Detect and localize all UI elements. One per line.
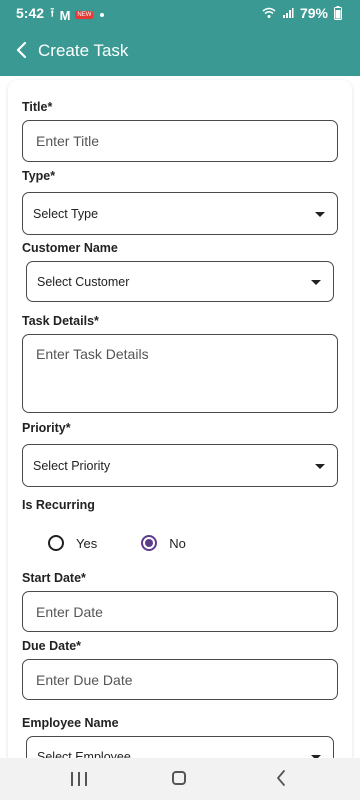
start-date-label: Start Date*: [22, 571, 86, 585]
employee-label: Employee Name: [22, 716, 119, 730]
chevron-down-icon: [311, 280, 321, 285]
recurring-no-label: No: [169, 535, 186, 551]
wifi-icon: [262, 7, 276, 18]
task-details-label: Task Details*: [22, 314, 99, 328]
more-notifications-icon: [100, 13, 105, 17]
chevron-down-icon: [315, 212, 325, 217]
recurring-no-radio[interactable]: [141, 535, 158, 551]
battery-icon: [334, 6, 342, 20]
page-title: Create Task: [38, 41, 129, 60]
start-date-placeholder: Enter Date: [36, 604, 103, 620]
app-bar: Create Task: [0, 26, 360, 76]
priority-label: Priority*: [22, 421, 71, 435]
status-right: 79%: [262, 5, 342, 21]
customer-dropdown[interactable]: Select Customer: [26, 261, 334, 302]
due-date-input[interactable]: Enter Due Date: [22, 659, 338, 700]
notification-icons: ⭱ M NEW: [50, 4, 105, 26]
home-icon[interactable]: [172, 771, 186, 785]
gmail-icon: M: [59, 7, 71, 23]
recurring-yes-radio[interactable]: [48, 535, 64, 551]
nav-back-icon[interactable]: [274, 769, 288, 787]
task-details-placeholder: Enter Task Details: [36, 346, 149, 362]
title-label: Title*: [22, 100, 53, 114]
status-time: 5:42: [16, 5, 45, 21]
due-date-label: Due Date*: [22, 639, 82, 653]
priority-dropdown[interactable]: Select Priority: [22, 444, 338, 487]
status-bar: 5:42 ⭱ M NEW 79%: [0, 0, 360, 26]
customer-value: Select Customer: [37, 275, 130, 289]
type-dropdown[interactable]: Select Type: [22, 192, 338, 235]
type-label: Type*: [22, 169, 56, 183]
start-date-input[interactable]: Enter Date: [22, 591, 338, 632]
battery-level: 79%: [299, 5, 328, 21]
title-input[interactable]: Enter Title: [22, 120, 338, 162]
recurring-radio-group: Yes No: [48, 535, 186, 551]
due-date-placeholder: Enter Due Date: [36, 672, 133, 688]
recurring-yes-label: Yes: [76, 535, 98, 551]
recurring-label: Is Recurring: [22, 498, 95, 512]
customer-label: Customer Name: [22, 241, 118, 255]
signal-icon: [282, 8, 294, 18]
type-value: Select Type: [33, 207, 99, 221]
priority-value: Select Priority: [33, 459, 111, 473]
task-details-textarea[interactable]: Enter Task Details: [22, 334, 338, 413]
title-placeholder: Enter Title: [36, 133, 100, 149]
chevron-down-icon: [315, 464, 325, 469]
new-badge-icon: NEW: [75, 11, 94, 19]
system-nav-bar: [0, 758, 360, 800]
recent-apps-icon[interactable]: [71, 772, 87, 786]
upload-icon: ⭱: [50, 5, 55, 20]
back-arrow-icon[interactable]: [10, 38, 34, 62]
